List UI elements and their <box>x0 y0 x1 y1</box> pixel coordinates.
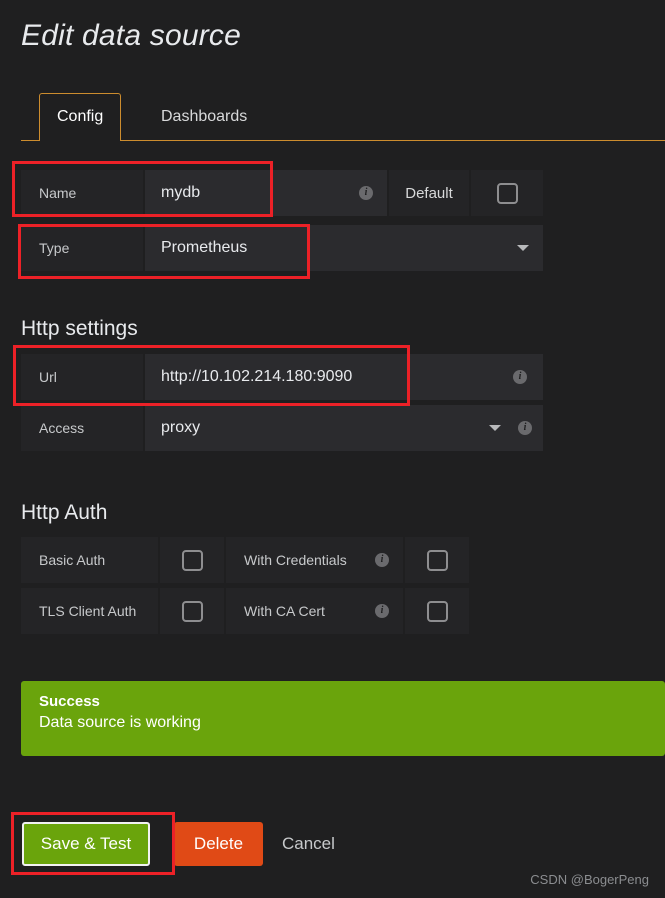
url-input[interactable]: http://10.102.214.180:9090 i <box>145 354 543 400</box>
basic-auth-checkbox-cell[interactable] <box>160 537 224 583</box>
url-row: Url http://10.102.214.180:9090 i <box>21 354 543 400</box>
tls-client-auth-checkbox-cell[interactable] <box>160 588 224 634</box>
with-credentials-checkbox-cell[interactable] <box>405 537 469 583</box>
name-label: Name <box>39 185 77 201</box>
name-row: Name mydb i Default <box>21 170 543 216</box>
with-credentials-checkbox[interactable] <box>426 549 448 571</box>
chevron-down-icon[interactable] <box>517 245 529 251</box>
info-icon[interactable]: i <box>375 604 389 618</box>
chevron-down-icon[interactable] <box>489 425 501 431</box>
tls-client-auth-checkbox[interactable] <box>181 600 203 622</box>
info-icon[interactable]: i <box>513 370 527 384</box>
default-checkbox[interactable] <box>496 182 518 204</box>
basic-auth-checkbox[interactable] <box>181 549 203 571</box>
url-label: Url <box>39 369 57 385</box>
delete-button[interactable]: Delete <box>174 822 263 866</box>
type-label: Type <box>39 240 70 256</box>
tab-dashboards[interactable]: Dashboards <box>144 93 264 140</box>
tls-client-auth-label-cell: TLS Client Auth <box>21 588 158 634</box>
with-ca-cert-checkbox[interactable] <box>426 600 448 622</box>
access-label-cell: Access <box>21 405 143 451</box>
status-alert: Success Data source is working <box>21 681 665 756</box>
tab-config[interactable]: Config <box>39 93 122 141</box>
info-icon[interactable]: i <box>359 186 373 200</box>
page-title: Edit data source <box>21 19 241 52</box>
default-checkbox-cell[interactable] <box>471 170 543 216</box>
with-credentials-label: With Credentials <box>244 552 347 568</box>
type-label-cell: Type <box>21 225 143 271</box>
basic-auth-row: Basic Auth With Credentials i <box>21 537 501 583</box>
access-row: Access proxy i <box>21 405 543 451</box>
default-label-cell: Default <box>389 170 469 216</box>
name-value: mydb <box>161 184 201 201</box>
http-settings-title: Http settings <box>21 317 138 340</box>
url-label-cell: Url <box>21 354 143 400</box>
save-and-test-button[interactable]: Save & Test <box>22 822 150 866</box>
default-label: Default <box>405 184 453 202</box>
with-ca-cert-label: With CA Cert <box>244 603 325 619</box>
alert-message: Data source is working <box>39 714 201 731</box>
tls-client-auth-row: TLS Client Auth With CA Cert i <box>21 588 501 634</box>
access-select[interactable]: proxy i <box>145 405 543 451</box>
info-icon[interactable]: i <box>375 553 389 567</box>
tab-bar: Config Dashboards <box>21 93 665 141</box>
basic-auth-label: Basic Auth <box>39 552 106 568</box>
with-ca-cert-checkbox-cell[interactable] <box>405 588 469 634</box>
type-row: Type Prometheus <box>21 225 543 271</box>
with-credentials-label-cell: With Credentials i <box>226 537 403 583</box>
watermark: CSDN @BogerPeng <box>530 872 649 887</box>
type-select[interactable]: Prometheus <box>145 225 543 271</box>
access-value: proxy <box>161 419 201 436</box>
basic-auth-label-cell: Basic Auth <box>21 537 158 583</box>
with-ca-cert-label-cell: With CA Cert i <box>226 588 403 634</box>
info-icon[interactable]: i <box>518 421 532 435</box>
cancel-button[interactable]: Cancel <box>282 822 380 866</box>
url-value: http://10.102.214.180:9090 <box>161 368 353 385</box>
access-label: Access <box>39 420 85 436</box>
alert-title: Success <box>39 693 100 710</box>
type-value: Prometheus <box>161 239 248 256</box>
name-input[interactable]: mydb i <box>145 170 387 216</box>
name-label-cell: Name <box>21 170 143 216</box>
tls-client-auth-label: TLS Client Auth <box>39 603 137 619</box>
http-auth-title: Http Auth <box>21 501 108 524</box>
